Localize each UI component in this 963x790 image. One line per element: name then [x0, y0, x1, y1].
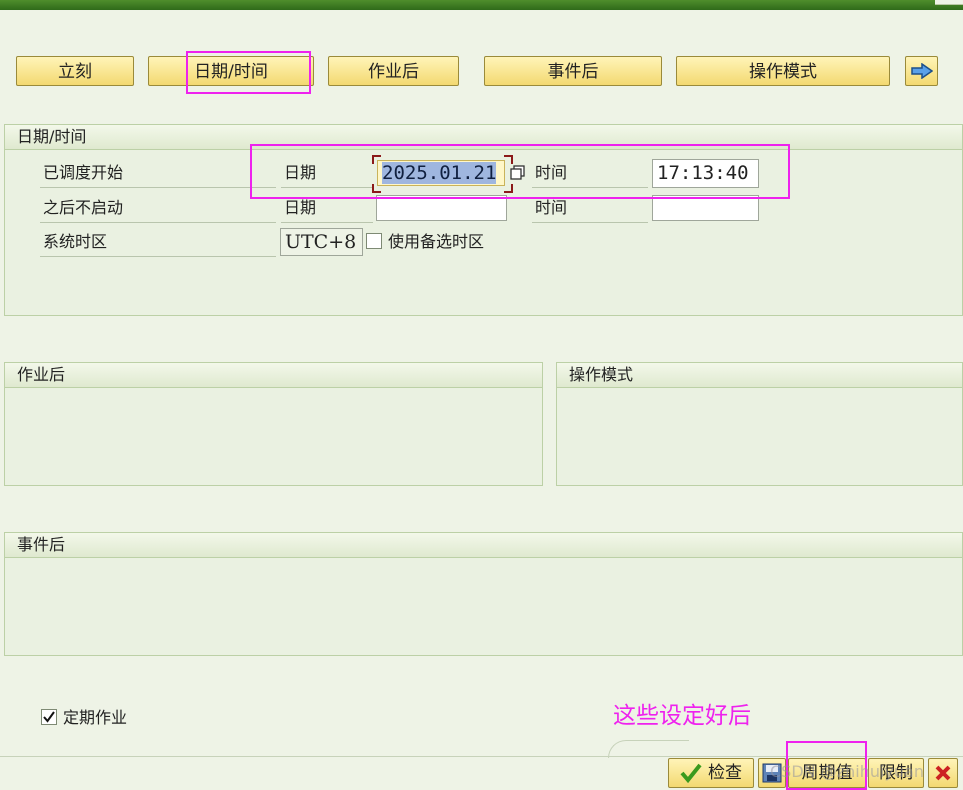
after-job-group-title: 作业后 [5, 363, 542, 388]
title-bar [0, 0, 963, 10]
row-divider [532, 222, 648, 223]
highlight-start-fields [250, 144, 790, 199]
annotation-text: 这些设定好后 [613, 703, 751, 729]
highlight-date-time-button [186, 51, 311, 94]
row-divider [40, 256, 276, 257]
title-bar-corner [935, 0, 963, 5]
row-divider [40, 187, 276, 188]
checkmark-icon [43, 711, 55, 723]
cancel-x-icon [935, 765, 951, 781]
periodic-job-label: 定期作业 [63, 708, 128, 727]
immediate-button[interactable]: 立刻 [16, 56, 134, 86]
no-start-after-label: 之后不启动 [43, 198, 124, 217]
row-divider [40, 222, 276, 223]
check-button-label: 检查 [708, 763, 742, 783]
cancel-button[interactable] [928, 758, 958, 788]
after-job-group: 作业后 [4, 362, 543, 486]
after-event-group-title: 事件后 [5, 533, 962, 558]
arrow-right-icon [910, 63, 933, 79]
operation-mode-group: 操作模式 [556, 362, 963, 486]
periodic-job-checkbox[interactable] [41, 709, 57, 725]
green-check-icon [680, 763, 702, 783]
system-timezone-label: 系统时区 [43, 232, 108, 251]
scheduled-start-label: 已调度开始 [43, 163, 124, 182]
after-event-button[interactable]: 事件后 [484, 56, 662, 86]
row-divider [281, 222, 373, 223]
operation-mode-group-title: 操作模式 [557, 363, 962, 388]
more-options-button[interactable] [905, 56, 938, 86]
alt-timezone-label: 使用备选时区 [388, 232, 485, 251]
no-start-date-label: 日期 [284, 198, 317, 217]
watermark-text: CSDN @zhihuiyuan [770, 762, 924, 781]
check-button[interactable]: 检查 [668, 758, 754, 788]
footer-curve [608, 740, 689, 758]
no-start-time-label: 时间 [535, 198, 568, 217]
after-job-button[interactable]: 作业后 [328, 56, 459, 86]
alt-timezone-checkbox[interactable] [366, 233, 382, 249]
after-event-group: 事件后 [4, 532, 963, 656]
timezone-value: UTC+8 [280, 228, 363, 256]
operation-mode-button[interactable]: 操作模式 [676, 56, 890, 86]
